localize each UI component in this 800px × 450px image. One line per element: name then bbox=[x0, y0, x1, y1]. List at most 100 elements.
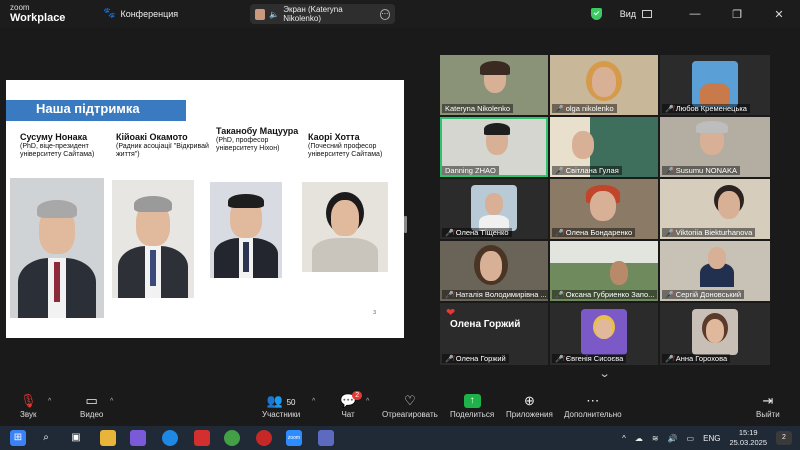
zoom-taskbar-icon[interactable]: zoom bbox=[286, 430, 302, 446]
mic-muted-icon: 🎤̸ bbox=[445, 291, 454, 299]
participant-tile[interactable]: Kateryna Nikolenko bbox=[440, 55, 548, 115]
participant-name-label: 🎤̸ Олена Тіщенко bbox=[442, 228, 512, 237]
participant-tile[interactable]: 🎤̸ Світлана Гулая bbox=[550, 117, 658, 177]
zoom-logo: zoom Workplace bbox=[10, 4, 65, 24]
mic-muted-icon: 🎤̸ bbox=[665, 167, 674, 175]
share-more-button[interactable]: ⋯ bbox=[379, 8, 390, 20]
restore-icon[interactable]: ❐ bbox=[716, 8, 758, 21]
participant-tile[interactable]: ❤ Олена Горжий 🎤̸ Олена Горжий bbox=[440, 303, 548, 365]
chat-button[interactable]: 💬 2 Чат bbox=[340, 391, 363, 419]
share-button[interactable]: ↑ Поделиться bbox=[450, 392, 494, 419]
person-name: Кійоакі Окамото bbox=[116, 132, 188, 142]
close-icon[interactable]: ✕ bbox=[758, 8, 800, 21]
participant-name-label: 🎤̸ Viktoriia Biekturhanova bbox=[662, 228, 756, 237]
mic-muted-icon: 🎙 bbox=[20, 393, 37, 408]
participant-display-name: Олена Горжий bbox=[450, 319, 521, 330]
react-label: Отреагировать bbox=[382, 410, 438, 419]
participant-tile[interactable]: 🎤̸ Євгенія Сисоєва bbox=[550, 303, 658, 365]
participant-tile[interactable]: 🎤̸ Анна Горохова bbox=[660, 303, 770, 365]
file-explorer-icon[interactable] bbox=[100, 430, 116, 446]
paw-icon: 🐾 bbox=[103, 8, 116, 19]
participant-name-label: 🎤̸ Сергій Доновський bbox=[662, 290, 745, 299]
mic-muted-icon: 🎤̸ bbox=[665, 355, 674, 363]
minimize-icon[interactable]: — bbox=[674, 8, 716, 20]
battery-icon[interactable]: ▭ bbox=[687, 434, 695, 443]
participant-tile[interactable]: 🎤̸ Олена Бондаренко bbox=[550, 179, 658, 239]
tray-chevron-icon[interactable]: ^ bbox=[622, 434, 626, 443]
participants-button[interactable]: 👥 50 Участники bbox=[262, 392, 300, 419]
edge-icon[interactable] bbox=[162, 430, 178, 446]
volume-icon[interactable]: 🔊 bbox=[668, 434, 678, 443]
notification-icon[interactable]: 2 bbox=[776, 431, 792, 445]
search-icon[interactable]: ⌕ bbox=[38, 430, 54, 446]
meeting-title: 🐾 Конференция bbox=[103, 8, 178, 19]
participant-name-label: 🎤̸ Оксана Губриенко Запо... bbox=[552, 290, 658, 299]
split-view-handle[interactable] bbox=[404, 216, 407, 233]
title-bar: zoom Workplace 🐾 Конференция 🔈 Экран (Ka… bbox=[0, 0, 800, 28]
task-view-icon[interactable]: ▣ bbox=[68, 430, 84, 446]
heart-reaction-icon: ❤ bbox=[446, 307, 456, 319]
video-button[interactable]: ▭ Видео bbox=[80, 392, 103, 419]
react-button[interactable]: ♡ Отреагировать bbox=[382, 392, 438, 419]
mic-muted-icon: 🎤̸ bbox=[555, 167, 564, 175]
store-icon[interactable] bbox=[130, 430, 146, 446]
mic-muted-icon: 🎤̸ bbox=[445, 229, 454, 237]
screen-share-indicator[interactable]: 🔈 Экран (Kateryna Nikolenko) ⋯ bbox=[250, 4, 395, 24]
participant-tile[interactable]: 🎤̸ olga nikolenko bbox=[550, 55, 658, 115]
participant-tile-active-speaker[interactable]: Danning ZHAO bbox=[440, 117, 548, 177]
mic-muted-icon: 🎤̸ bbox=[665, 105, 674, 113]
app-icon[interactable] bbox=[194, 430, 210, 446]
windows-start-icon[interactable]: ⊞ bbox=[10, 430, 26, 446]
more-label: Дополнительно bbox=[564, 410, 622, 419]
more-button[interactable]: ⋯ Дополнительно bbox=[564, 392, 622, 419]
participant-tile[interactable]: 🎤̸ Оксана Губриенко Запо... bbox=[550, 241, 658, 301]
presenter-avatar bbox=[255, 8, 266, 20]
audio-options-caret-icon[interactable]: ^ bbox=[48, 398, 51, 405]
clock[interactable]: 15:19 25.03.2025 bbox=[729, 428, 767, 448]
participant-tile[interactable]: 🎤̸ Susumu NONAKA bbox=[660, 117, 770, 177]
chat-options-caret-icon[interactable]: ^ bbox=[366, 398, 369, 405]
share-label: Поделиться bbox=[450, 410, 495, 419]
chrome-icon[interactable] bbox=[224, 430, 240, 446]
chevron-down-icon[interactable]: ⌄ bbox=[599, 367, 611, 380]
view-grid-icon[interactable] bbox=[642, 10, 652, 18]
participants-options-caret-icon[interactable]: ^ bbox=[312, 398, 315, 405]
leave-icon: ⇥ bbox=[762, 393, 774, 408]
video-options-caret-icon[interactable]: ^ bbox=[110, 398, 113, 405]
participants-count: 50 bbox=[286, 398, 296, 407]
participant-tile[interactable]: 🎤̸ Любов Кременецька bbox=[660, 55, 770, 115]
speaker-icon: 🔈 bbox=[269, 9, 280, 19]
view-button[interactable]: Вид bbox=[620, 9, 636, 19]
person-4-photo bbox=[302, 182, 388, 272]
person-name: Сусуму Нонака bbox=[20, 132, 88, 142]
participant-tile[interactable]: 🎤̸ Наталія Володимирівна ... bbox=[440, 241, 548, 301]
opera-icon[interactable] bbox=[256, 430, 272, 446]
cloud-icon[interactable]: ☁ bbox=[635, 434, 643, 443]
leave-button[interactable]: ⇥ Выйти bbox=[756, 392, 780, 419]
mic-muted-icon: 🎤̸ bbox=[555, 291, 564, 299]
chat-icon: 💬 2 bbox=[340, 391, 363, 410]
participant-tile[interactable]: 🎤̸ Viktoriia Biekturhanova bbox=[660, 179, 770, 239]
apps-label: Приложения bbox=[506, 410, 553, 419]
participant-name-label: 🎤̸ Світлана Гулая bbox=[552, 166, 622, 175]
audio-button[interactable]: 🎙 Звук bbox=[20, 392, 37, 419]
share-pill-label: Экран (Kateryna Nikolenko) bbox=[283, 5, 343, 23]
logo-top-text: zoom bbox=[10, 3, 30, 12]
copilot-icon[interactable] bbox=[318, 430, 334, 446]
windows-taskbar: ⊞ ⌕ ▣ zoom ^ ☁ ≋ 🔊 ▭ ENG 15:19 25.03.202… bbox=[0, 426, 800, 450]
mic-muted-icon: 🎤̸ bbox=[445, 355, 454, 363]
chat-badge: 2 bbox=[352, 391, 363, 400]
encryption-shield-icon[interactable] bbox=[590, 8, 602, 20]
wifi-icon[interactable]: ≋ bbox=[652, 434, 659, 443]
profile-picture bbox=[692, 61, 738, 107]
person-name: Каорі Хотта bbox=[308, 132, 360, 142]
clock-date: 25.03.2025 bbox=[729, 438, 767, 447]
participant-tile[interactable]: 🎤̸ Олена Тіщенко bbox=[440, 179, 548, 239]
slide-title: Наша підтримка bbox=[36, 101, 140, 116]
language-indicator[interactable]: ENG bbox=[703, 434, 720, 443]
participant-tile[interactable]: 🎤̸ Сергій Доновський bbox=[660, 241, 770, 301]
person-2-photo bbox=[112, 180, 194, 298]
participant-name-label: 🎤̸ Олена Бондаренко bbox=[552, 228, 636, 237]
mic-muted-icon: 🎤̸ bbox=[555, 105, 564, 113]
apps-button[interactable]: ⊕ Приложения bbox=[506, 392, 553, 419]
